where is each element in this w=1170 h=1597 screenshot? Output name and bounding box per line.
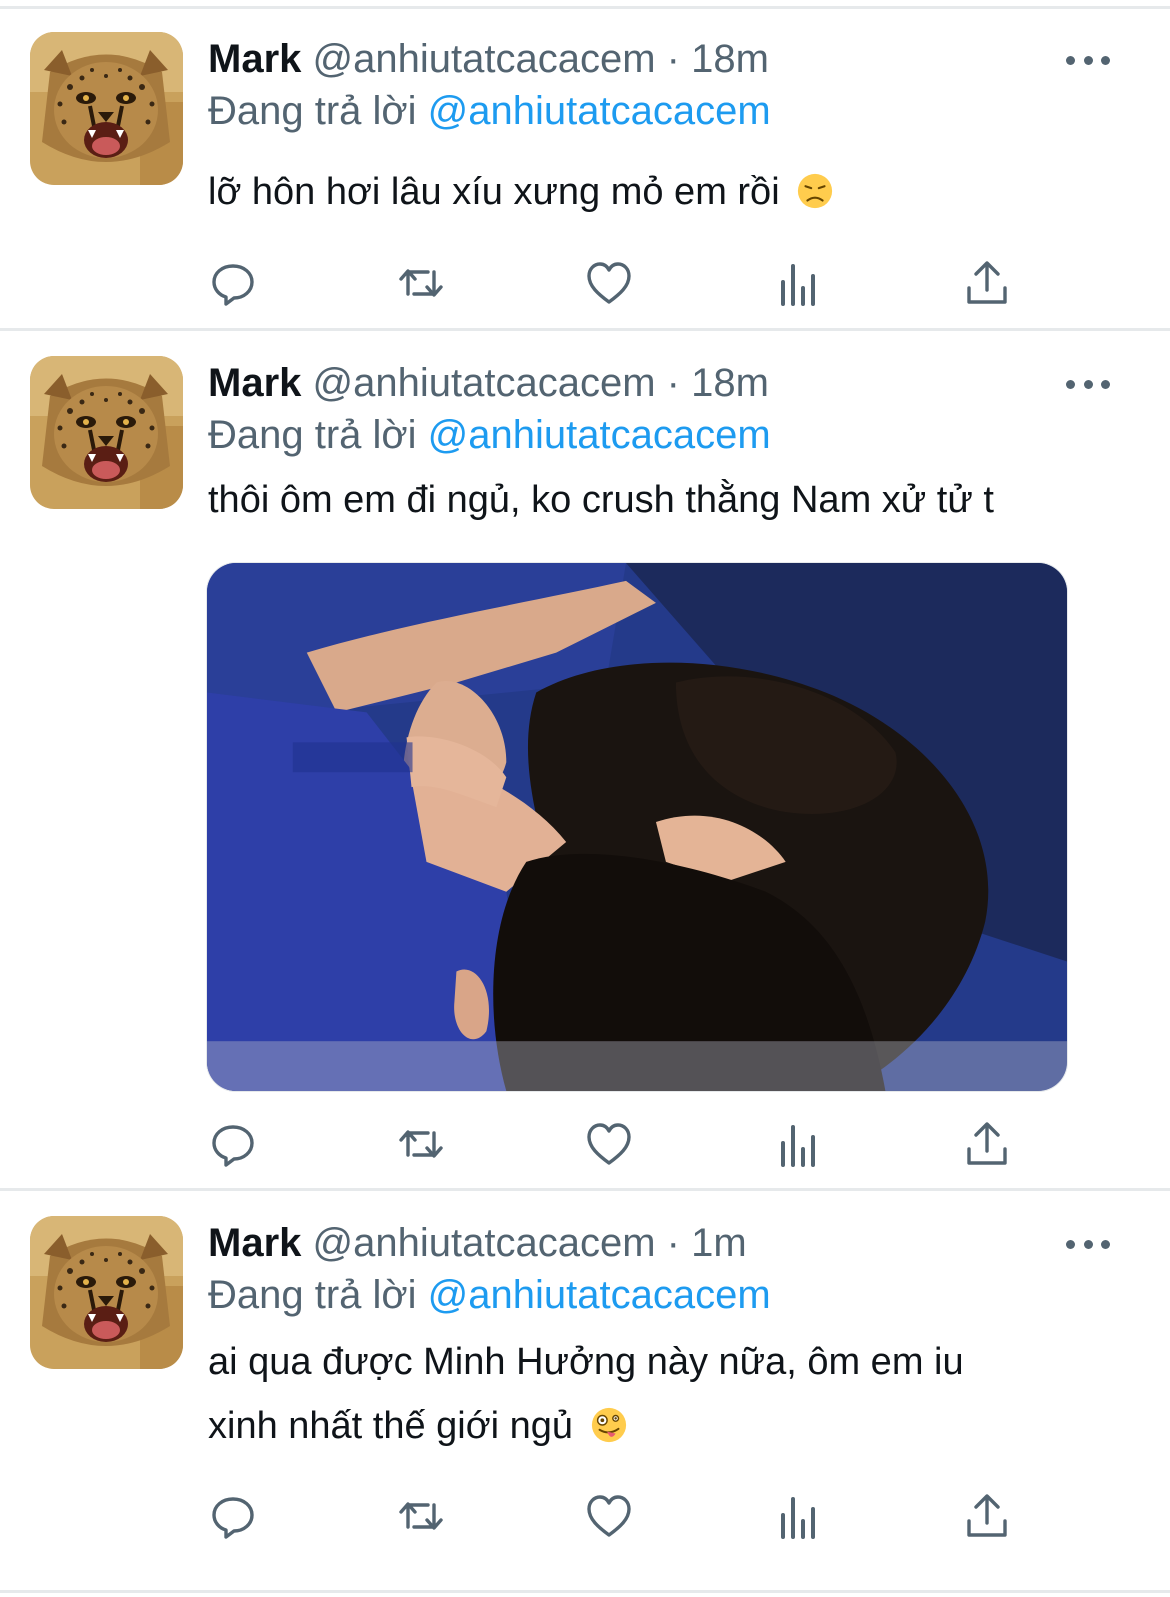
analytics-icon[interactable] (774, 1119, 824, 1169)
share-icon[interactable] (962, 258, 1012, 308)
analytics-icon[interactable] (774, 1491, 824, 1541)
avatar[interactable] (30, 356, 183, 509)
separator-dot: · (666, 1221, 680, 1265)
divider (0, 328, 1170, 331)
divider (0, 1590, 1170, 1593)
avatar[interactable] (30, 1216, 183, 1369)
tweet-actions (208, 258, 1028, 308)
disappointed-face-icon (798, 173, 833, 209)
user-handle[interactable]: @anhiutatcacacem (313, 37, 656, 81)
retweet-icon[interactable] (396, 1491, 446, 1541)
user-handle[interactable]: @anhiutatcacacem (313, 1221, 656, 1265)
like-icon[interactable] (584, 1491, 634, 1541)
tweet-header: Mark @anhiutatcacacem · 1m (208, 1220, 747, 1266)
separator-dot: · (666, 37, 680, 81)
replying-to: Đang trả lời @anhiutatcacacem (208, 1272, 771, 1318)
share-icon[interactable] (962, 1491, 1012, 1541)
retweet-icon[interactable] (396, 1119, 446, 1169)
more-options-icon[interactable] (1066, 40, 1110, 80)
tweet-text-content: lỡ hôn hơi lâu xíu xưng mỏ em rồi (208, 171, 780, 213)
cheetah-avatar-image (30, 356, 183, 509)
tweet[interactable]: Mark @anhiutatcacacem · 1m Đang trả lời … (0, 1216, 1170, 1566)
separator-dot: · (666, 361, 680, 405)
display-name[interactable]: Mark (208, 1221, 301, 1265)
avatar[interactable] (30, 32, 183, 185)
analytics-icon[interactable] (774, 258, 824, 308)
tweet-actions (208, 1119, 1028, 1169)
tweet-text-content: thôi ôm em đi ngủ, ko crush thằng Nam xử… (208, 479, 994, 521)
timestamp[interactable]: 18m (691, 37, 769, 81)
tweet[interactable]: Mark @anhiutatcacacem · 18m Đang trả lời… (0, 32, 1170, 328)
tweet-text: lỡ hôn hơi lâu xíu xưng mỏ em rồi (208, 160, 1128, 224)
more-options-icon[interactable] (1066, 1224, 1110, 1264)
tweet[interactable]: Mark @anhiutatcacacem · 18m Đang trả lời… (0, 356, 1170, 1186)
retweet-icon[interactable] (396, 258, 446, 308)
mention-link[interactable]: @anhiutatcacacem (428, 413, 771, 457)
replying-to-label: Đang trả lời (208, 1273, 417, 1317)
display-name[interactable]: Mark (208, 361, 301, 405)
display-name[interactable]: Mark (208, 37, 301, 81)
tweet-text: ai qua được Minh Hưởng này nữa, ôm em iu… (208, 1330, 1128, 1458)
mention-link[interactable]: @anhiutatcacacem (428, 89, 771, 133)
tweet-media-photo[interactable] (206, 562, 1068, 1092)
reply-icon[interactable] (208, 1491, 258, 1541)
reply-icon[interactable] (208, 1119, 258, 1169)
tweet-feed: Mark @anhiutatcacacem · 18m Đang trả lời… (0, 0, 1170, 1597)
replying-to: Đang trả lời @anhiutatcacacem (208, 88, 771, 134)
user-handle[interactable]: @anhiutatcacacem (313, 361, 656, 405)
like-icon[interactable] (584, 1119, 634, 1169)
replying-to-label: Đang trả lời (208, 413, 417, 457)
tweet-header: Mark @anhiutatcacacem · 18m (208, 36, 769, 82)
replying-to: Đang trả lời @anhiutatcacacem (208, 412, 771, 458)
divider (0, 1188, 1170, 1191)
tweet-header: Mark @anhiutatcacacem · 18m (208, 360, 769, 406)
timestamp[interactable]: 18m (691, 361, 769, 405)
tweet-actions (208, 1491, 1028, 1541)
more-options-icon[interactable] (1066, 364, 1110, 404)
like-icon[interactable] (584, 258, 634, 308)
cheetah-avatar-image (30, 32, 183, 185)
timestamp[interactable]: 1m (691, 1221, 747, 1265)
tweet-text-line-with-emoji: xinh nhất thế giới ngủ (208, 1394, 1128, 1458)
tweet-text: thôi ôm em đi ngủ, ko crush thằng Nam xử… (208, 468, 1148, 532)
replying-to-label: Đang trả lời (208, 89, 417, 133)
tweet-text-line: xinh nhất thế giới ngủ (208, 1405, 574, 1447)
share-icon[interactable] (962, 1119, 1012, 1169)
reply-icon[interactable] (208, 258, 258, 308)
cheetah-avatar-image (30, 1216, 183, 1369)
tweet-text-line: ai qua được Minh Hưởng này nữa, ôm em iu (208, 1341, 964, 1383)
divider (0, 6, 1170, 9)
zany-face-icon (591, 1407, 626, 1443)
mention-link[interactable]: @anhiutatcacacem (428, 1273, 771, 1317)
two-people-hugging-photo (207, 563, 1067, 1091)
